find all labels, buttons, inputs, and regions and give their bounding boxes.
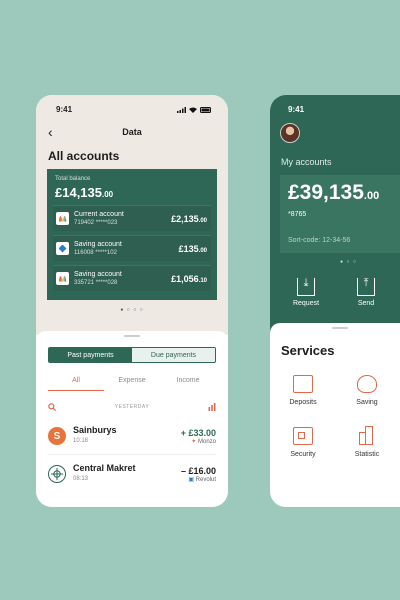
request-icon: ⤓ — [297, 277, 315, 296]
monzo-icon — [56, 212, 69, 225]
tab-income[interactable]: Income — [160, 377, 216, 391]
accounts-header-area: 9:41 ‹ Data All accounts Total balance £… — [36, 95, 228, 335]
revolut-icon: ▣ — [188, 476, 194, 483]
transaction-amount: – £16.00 — [180, 465, 216, 476]
account-card[interactable]: £39,135.00 *8765 Sort-code: 12-34-56 — [280, 175, 400, 253]
row-divider — [48, 454, 216, 455]
monzo-icon: ✦ — [191, 438, 197, 445]
account-row[interactable]: Saving account 335721 *****028 £1,056.10 — [53, 265, 211, 291]
day-label: YESTERDAY — [114, 404, 150, 410]
transaction-time: 10:18 — [73, 438, 89, 444]
battery-icon — [200, 106, 211, 113]
status-time: 9:41 — [56, 105, 73, 114]
transaction-row[interactable]: S Sainburys 10:18 + £33.00 ✦ Monzo — [48, 421, 216, 451]
transaction-time: 08:13 — [73, 476, 89, 482]
safe-icon — [293, 375, 313, 393]
account-name: Current account — [74, 210, 124, 218]
pager-dots[interactable]: ● ○ ○ ○ — [36, 307, 228, 313]
sheet-handle[interactable] — [332, 327, 348, 329]
bank-name: Revolut — [195, 476, 216, 483]
central-market-logo-icon — [48, 465, 66, 483]
service-saving[interactable]: Saving — [338, 375, 396, 406]
statistics-icon — [357, 426, 377, 445]
merchant-name: Sainburys — [73, 425, 117, 435]
sheet-handle[interactable] — [124, 335, 140, 337]
filter-tabs: All Expense Income — [48, 377, 216, 391]
avatar[interactable] — [280, 123, 300, 143]
account-number: 335721 *****028 — [74, 279, 118, 286]
status-bar: 9:41 — [288, 105, 394, 114]
account-amount: £135.00 — [178, 243, 207, 254]
phone-services-screen: 9:41 My accounts £39,135.00 *8765 Sort-c… — [270, 95, 400, 507]
page-title: All accounts — [48, 149, 120, 163]
nav-bar: ‹ Data — [48, 125, 216, 139]
due-payments-button[interactable]: Due payments — [132, 348, 215, 362]
service-deposits[interactable]: Deposits — [274, 375, 332, 406]
account-row[interactable]: Saving account 116008 *****102 £135.00 — [53, 235, 211, 261]
service-statistic[interactable]: Statistic — [338, 426, 396, 458]
piggy-bank-icon — [357, 375, 377, 393]
total-balance-card[interactable]: Total balance £14,135.00 Current account… — [47, 169, 217, 300]
keypad-lock-icon — [293, 427, 313, 445]
transaction-amount: + £33.00 — [180, 427, 216, 438]
service-security[interactable]: Security — [274, 427, 332, 458]
list-toolbar: YESTERDAY — [48, 403, 216, 411]
my-accounts-header-area: 9:41 My accounts £39,135.00 *8765 Sort-c… — [270, 95, 400, 335]
account-name: Saving account — [74, 240, 122, 248]
send-label: Send — [357, 300, 375, 307]
bank-name: Monzo — [197, 438, 216, 445]
tab-expense[interactable]: Expense — [104, 377, 160, 391]
payments-sheet: Past payments Due payments All Expense I… — [36, 331, 228, 507]
account-amount: £1,056.10 — [171, 273, 207, 284]
sainsburys-logo-icon: S — [48, 427, 66, 445]
tab-all[interactable]: All — [48, 377, 104, 391]
pager-dots[interactable]: ● ○ ○ — [340, 259, 400, 265]
request-button[interactable]: ⤓ Request — [286, 277, 326, 307]
signal-icon — [177, 106, 186, 113]
request-label: Request — [292, 300, 320, 307]
status-time: 9:41 — [288, 105, 305, 114]
nav-title: Data — [122, 127, 142, 137]
chart-icon[interactable] — [208, 403, 216, 411]
card-number: *8765 — [288, 211, 307, 218]
monzo-icon — [56, 272, 69, 285]
status-bar: 9:41 — [56, 105, 212, 114]
phone-data-screen: 9:41 ‹ Data All accounts Total balance £… — [36, 95, 228, 507]
account-number: 719402 *****023 — [74, 219, 118, 226]
my-accounts-label: My accounts — [281, 157, 332, 167]
past-payments-button[interactable]: Past payments — [49, 348, 132, 362]
wifi-icon — [189, 107, 197, 113]
transaction-row[interactable]: Central Makret 08:13 – £16.00 ▣ Revolut — [48, 459, 216, 489]
account-number: 116008 *****102 — [74, 249, 117, 256]
send-icon: ⤒ — [357, 277, 375, 296]
merchant-name: Central Makret — [73, 463, 136, 473]
account-balance: £39,135.00 — [288, 181, 380, 204]
services-sheet: Services Deposits Saving Security Statis… — [270, 323, 400, 507]
sort-code: Sort-code: 12-34-56 — [288, 237, 351, 244]
account-amount: £2,135.00 — [171, 213, 207, 224]
total-balance-value: £14,135.00 — [55, 185, 114, 200]
account-name: Saving account — [74, 270, 122, 278]
send-button[interactable]: ⤒ Send — [346, 277, 386, 307]
total-balance-label: Total balance — [55, 176, 91, 182]
services-title: Services — [281, 343, 335, 358]
bank-icon — [56, 242, 69, 255]
search-icon[interactable] — [48, 403, 56, 411]
account-row[interactable]: Current account 719402 *****023 £2,135.00 — [53, 205, 211, 231]
payments-segmented-control: Past payments Due payments — [48, 347, 216, 363]
